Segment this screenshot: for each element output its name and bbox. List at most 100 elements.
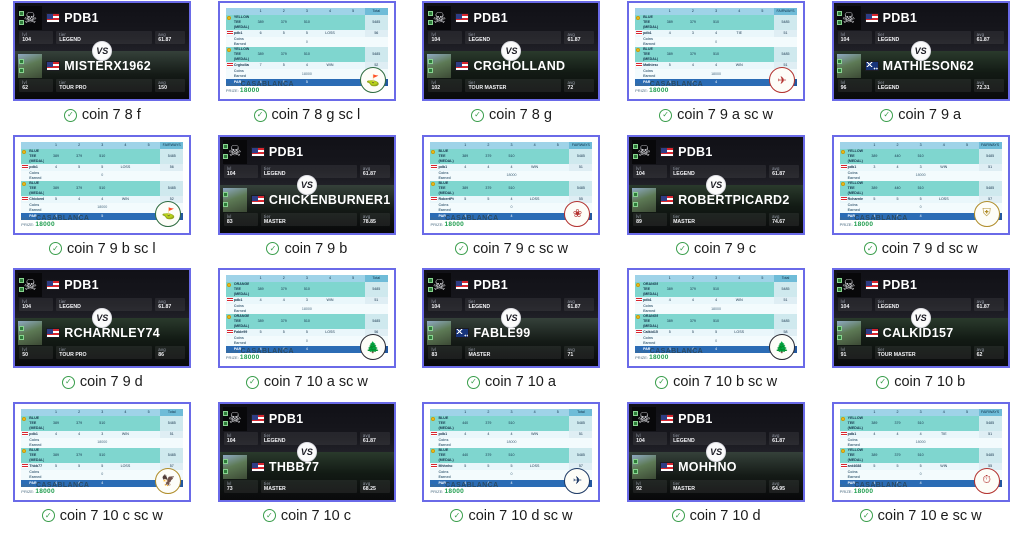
stat-value-tier: TOUR MASTER bbox=[468, 85, 507, 91]
stat-value-tier: MASTER bbox=[263, 485, 286, 492]
stat-lvl: lvl 96 bbox=[837, 79, 872, 92]
yardage: 510 bbox=[499, 180, 524, 196]
team-total: 5485 bbox=[364, 15, 388, 30]
flag-icon bbox=[840, 431, 847, 436]
thumbnail-scorecard[interactable]: 1 2 3 4 5 FAIRWAYS BLUE TEE (MEDAL) 389 379 510 54… bbox=[422, 134, 601, 235]
player-avatar-skull-icon: ☠ bbox=[427, 273, 452, 297]
thumbnail-vs[interactable]: ☠ PDB1 lvl 104 tier LEGEND avg 61.87 ROBERTPICAR… bbox=[627, 134, 806, 235]
yardage: 379 bbox=[272, 47, 296, 62]
player-name: PDB1 bbox=[268, 411, 304, 426]
room-label: ROOM: bbox=[635, 349, 650, 354]
stat-avg: avg 61.87 bbox=[155, 298, 186, 311]
cell bbox=[546, 195, 570, 203]
thumbnail-wrapper: 1 2 3 4 5 Total YELLOW TEE (MEDAL) 389 379 510 548… bbox=[217, 0, 397, 102]
thumbnail-vs[interactable]: ☠ PDB1 lvl 104 tier LEGEND avg 61.87 CALKID157 lv… bbox=[831, 268, 1010, 368]
cell bbox=[750, 15, 774, 30]
cell bbox=[546, 163, 570, 171]
cell bbox=[364, 37, 388, 47]
yardage: 389 bbox=[44, 415, 68, 431]
coins-earned-value: 0 bbox=[862, 469, 979, 480]
cell bbox=[750, 314, 774, 329]
thumbnail-scorecard[interactable]: 1 2 3 4 5 Total ORANGE TEE (MEDAL) 389 379 510 548… bbox=[217, 268, 396, 368]
player-name: PDB1 bbox=[268, 144, 304, 159]
hole-header: 1 bbox=[862, 141, 886, 149]
thumbnail-wrapper: 1 2 3 4 5 FAIRWAYS BLUE TEE (MEDAL) 389 379 510 54… bbox=[12, 134, 192, 236]
scorecard: 1 2 3 4 5 Total BLUE TEE (MEDAL) 389 379 510 5485 p… bbox=[15, 403, 190, 500]
thumbnail-caption: ✓ coin 7 9 d sc w bbox=[863, 241, 978, 257]
coins-earned-value: 18000 bbox=[453, 437, 570, 448]
coins-earned-value: 0 bbox=[249, 37, 365, 47]
coins-earned-value: 0 bbox=[658, 336, 774, 346]
thumbnail-vs[interactable]: ☠PDB1lvl104tierLEGENDavg61.87FABLE99lvl8… bbox=[422, 268, 601, 368]
cell bbox=[750, 282, 774, 297]
avatar-badges bbox=[223, 407, 229, 431]
player-row: Thbb77 5 5 5 LOSS 57 bbox=[21, 462, 184, 470]
gallery-cell: 1 2 3 4 5 Total ORANGE TEE (MEDAL) 389 379 510 548… bbox=[614, 267, 819, 401]
coins-earned-label: Coins Earned bbox=[839, 437, 863, 448]
thumbnail-scorecard[interactable]: 1 2 3 4 5 Total YELLOW TEE (MEDAL) 389 379 510 548… bbox=[217, 1, 396, 101]
hole-score: 4 bbox=[499, 430, 524, 438]
thumbnail-scorecard[interactable]: 1 2 3 4 5 FAIRWAYS BLUE TEE (MEDAL) 389 379 510 54… bbox=[627, 1, 806, 101]
hole-header: 5 bbox=[137, 141, 161, 149]
player-row: pdb1 4 3 4 TIE 51 bbox=[635, 30, 798, 37]
badge-icon bbox=[18, 58, 24, 64]
thumbnail-scorecard[interactable]: 1 2 3 4 5 Total BLUE TEE (MEDAL) 440 379 510 5485 p… bbox=[422, 401, 601, 502]
thumbnail-scorecard[interactable]: 1 2 3 4 5 Total BLUE TEE (MEDAL) 389 379 510 5485 p… bbox=[13, 401, 192, 502]
team-row: BLUE TEE (MEDAL) 389 379 510 5485 bbox=[21, 148, 184, 164]
cell bbox=[160, 170, 184, 181]
coins-earned-label: Coins Earned bbox=[430, 170, 454, 181]
team-name: BLUE TEE (MEDAL) bbox=[21, 447, 45, 463]
thumbnail-vs[interactable]: ☠ PDB1 lvl 104 tier LEGEND avg 61.87 RCHARNLEY74… bbox=[13, 268, 192, 368]
scorecard: 1 2 3 4 5 FAIRWAYS YELLOW TEE (MEDAL) 389 440 510… bbox=[833, 136, 1008, 233]
par-value: 4 bbox=[909, 212, 933, 220]
coins-row: Coins Earned 18000 bbox=[430, 170, 593, 181]
cell bbox=[546, 180, 570, 196]
hole-header: 4 bbox=[523, 141, 547, 149]
badge-icon bbox=[837, 58, 843, 64]
team-row: BLUE TEE (MEDAL) 389 379 510 5485 bbox=[430, 180, 593, 196]
yardage: 510 bbox=[499, 148, 524, 164]
yardage: 510 bbox=[909, 148, 933, 164]
scorecard-footer: ROOM: CASABLANCA PRIZE: 18000 bbox=[840, 215, 908, 228]
caption-text: coin 7 9 a sc w bbox=[677, 107, 774, 123]
thumbnail-vs[interactable]: ☠ PDB1 lvl 104 tier LEGEND avg 61.87 MISTERX1962… bbox=[13, 1, 192, 101]
player-name: ROBERTPICARD2 bbox=[678, 192, 790, 207]
coins-earned-value: 0 bbox=[44, 469, 161, 480]
scorecard-header-row: 1 2 3 4 5 Total bbox=[225, 8, 388, 15]
hole-score: 5 bbox=[658, 62, 682, 69]
hole-score: 5 bbox=[90, 163, 114, 171]
thumbnail-vs[interactable]: ☠ PDB1 lvl104 tierLEGEND avg61.87 MATHIESON62… bbox=[831, 1, 1010, 101]
thumbnail-scorecard[interactable]: 1 2 3 4 5 FAIRWAYS YELLOW TEE (MEDAL) 389 379 510… bbox=[831, 401, 1010, 502]
thumbnail-vs[interactable]: ☠ PDB1 lvl 104 tier LEGEND avg 61.87 THBB77 lvl 73… bbox=[217, 401, 396, 502]
stat-value-lvl: 62 bbox=[22, 85, 29, 91]
thumbnail-caption: ✓ coin 7 9 b sc l bbox=[48, 241, 156, 257]
cell bbox=[750, 62, 774, 69]
thumbnail-vs[interactable]: ☠ PDB1 lvl 104 tier LEGEND avg 61.87 CHICKENBURN… bbox=[217, 134, 396, 235]
hole-score: 4 bbox=[67, 195, 91, 203]
hole-score: 5 bbox=[862, 195, 886, 203]
thumbnail-scorecard[interactable]: 1 2 3 4 5 Total ORANGE TEE (MEDAL) 389 379 510 548… bbox=[627, 268, 806, 368]
prize-label: PRIZE: bbox=[225, 88, 240, 93]
check-circle-icon: ✓ bbox=[471, 108, 485, 122]
thumbnail-vs[interactable]: ☠ PDB1 lvl 104 tier LEGEND avg 61.87 CRGHOLLAND l… bbox=[422, 1, 601, 101]
badge-icon bbox=[837, 20, 843, 26]
hole-header: 5 bbox=[546, 408, 570, 416]
flag-au-icon bbox=[864, 61, 879, 71]
player-avatar bbox=[18, 54, 43, 78]
hole-score: 4 bbox=[885, 163, 910, 171]
coins-earned-value: 0 bbox=[862, 202, 979, 213]
thumbnail-scorecard[interactable]: 1 2 3 4 5 FAIRWAYS YELLOW TEE (MEDAL) 389 440 510… bbox=[831, 134, 1010, 235]
thumbnail-wrapper: ☠ PDB1 lvl 104 tier LEGEND avg 61.87 THBB77 lvl 73… bbox=[217, 401, 397, 503]
hole-score: 4 bbox=[681, 62, 705, 69]
stat-lvl: lvl 104 bbox=[633, 431, 668, 445]
thumbnail-scorecard[interactable]: 1 2 3 4 5 FAIRWAYS BLUE TEE (MEDAL) 389 379 510 54… bbox=[13, 134, 192, 235]
match-result: WIN bbox=[727, 62, 751, 69]
avatar-badges bbox=[223, 188, 229, 212]
player-identity-row: ☠ PDB1 bbox=[15, 3, 189, 30]
hole-score: 4 bbox=[67, 430, 91, 438]
stat-value-tier: MASTER bbox=[468, 352, 491, 358]
player-stats: lvl 62 tier TOUR PRO avg 150 bbox=[15, 79, 189, 92]
thumbnail-caption: ✓ coin 7 10 b bbox=[876, 374, 965, 390]
stat-value-avg: 61.87 bbox=[772, 170, 786, 177]
thumbnail-vs[interactable]: ☠ PDB1 lvl 104 tier LEGEND avg 61.87 MOHHNO lvl 92… bbox=[627, 401, 806, 502]
